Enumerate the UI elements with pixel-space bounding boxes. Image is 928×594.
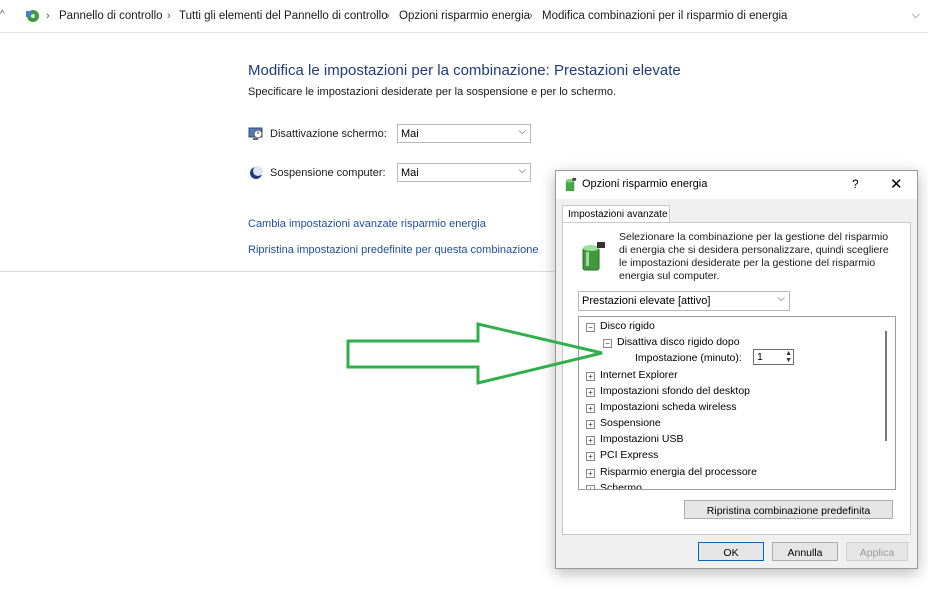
expand-icon[interactable]: + (586, 452, 595, 461)
screen-off-select[interactable]: Mai ⌵ (397, 124, 531, 143)
plan-select[interactable]: Prestazioni elevate [attivo] ⌵ (578, 291, 790, 311)
tree-item[interactable]: Impostazioni sfondo del desktop (600, 385, 750, 397)
tree-item[interactable]: Internet Explorer (600, 369, 678, 381)
tab-label: Impostazioni avanzate (568, 209, 668, 220)
page-title: Modifica le impostazioni per la combinaz… (248, 62, 681, 79)
ok-button[interactable]: OK (698, 542, 764, 561)
breadcrumb-separator: › (529, 10, 533, 22)
screen-off-value: Mai (401, 128, 419, 140)
tree-item[interactable]: Impostazioni scheda wireless (600, 401, 737, 413)
chevron-down-icon: ⌵ (777, 293, 785, 304)
apply-label: Applica (859, 547, 895, 559)
dialog-description: Selezionare la combinazione per la gesti… (619, 231, 889, 282)
breadcrumb-separator: › (386, 10, 390, 22)
advanced-settings-link[interactable]: Cambia impostazioni avanzate risparmio e… (248, 218, 486, 230)
setting-label: Impostazione (minuto): (635, 352, 742, 364)
moon-icon (250, 166, 263, 179)
chevron-down-icon[interactable]: ⌵ (912, 9, 920, 22)
tree-item[interactable]: Risparmio energia del processore (600, 466, 757, 478)
screen-off-label: Disattivazione schermo: (270, 128, 387, 140)
breadcrumb-control-panel[interactable]: Pannello di controllo (59, 10, 163, 22)
minutes-stepper[interactable]: 1 ▲ ▼ (753, 349, 794, 365)
apply-button: Applica (846, 542, 908, 561)
tree-item[interactable]: PCI Express (600, 449, 658, 461)
tree-item[interactable]: Sospensione (600, 417, 661, 429)
expand-icon[interactable]: + (586, 404, 595, 413)
tree-scrollbar[interactable] (885, 331, 887, 441)
help-button[interactable]: ? (852, 177, 859, 191)
settings-tree[interactable]: − Disco rigido − Disattiva disco rigido … (578, 316, 896, 490)
dialog-title: Opzioni risparmio energia (582, 178, 708, 190)
breadcrumb-power-options[interactable]: Opzioni risparmio energia (399, 10, 530, 22)
breadcrumb-all-items[interactable]: Tutti gli elementi del Pannello di contr… (179, 10, 388, 22)
plan-select-value: Prestazioni elevate [attivo] (582, 295, 711, 307)
chevron-down-icon: ⌵ (518, 126, 526, 137)
sleep-value: Mai (401, 167, 419, 179)
breadcrumb-separator: › (46, 10, 50, 22)
arrow-annotation (346, 322, 603, 385)
expand-icon[interactable]: + (586, 469, 595, 478)
address-bar: ^ › Pannello di controllo › Tutti gli el… (0, 0, 928, 33)
sleep-select[interactable]: Mai ⌵ (397, 163, 531, 182)
settings-panel: Selezionare la combinazione per la gesti… (562, 222, 911, 535)
tree-item[interactable]: Schermo (600, 482, 642, 489)
battery-plan-icon (582, 242, 605, 271)
dialog-titlebar: Opzioni risparmio energia ? ✕ (556, 171, 917, 199)
spin-arrows-icon[interactable]: ▲ ▼ (785, 350, 792, 364)
close-button[interactable]: ✕ (890, 175, 903, 193)
expand-icon[interactable]: + (586, 485, 595, 489)
expand-icon[interactable]: + (586, 436, 595, 445)
cancel-button[interactable]: Annulla (772, 542, 838, 561)
restore-plan-button[interactable]: Ripristina combinazione predefinita (684, 500, 893, 519)
control-panel-icon (26, 10, 39, 22)
tree-item-disk-off[interactable]: Disattiva disco rigido dopo (617, 336, 740, 348)
restore-defaults-link[interactable]: Ripristina impostazioni predefinite per … (248, 244, 538, 256)
page-subtitle: Specificare le impostazioni desiderate p… (248, 86, 617, 98)
up-arrow-icon[interactable]: ^ (0, 9, 8, 21)
cancel-label: Annulla (787, 547, 823, 559)
divider (0, 271, 560, 272)
restore-plan-label: Ripristina combinazione predefinita (706, 505, 871, 517)
expand-icon[interactable]: + (586, 420, 595, 429)
sleep-label: Sospensione computer: (270, 167, 386, 179)
breadcrumb-edit-plan[interactable]: Modifica combinazioni per il risparmio d… (542, 10, 787, 22)
breadcrumb-separator: › (167, 10, 171, 22)
chevron-down-icon: ⌵ (518, 165, 526, 176)
tree-item[interactable]: Impostazioni USB (600, 433, 683, 445)
power-plan-icon (565, 177, 577, 192)
minutes-value: 1 (757, 351, 763, 363)
ok-label: OK (723, 547, 739, 559)
monitor-icon (248, 127, 263, 140)
